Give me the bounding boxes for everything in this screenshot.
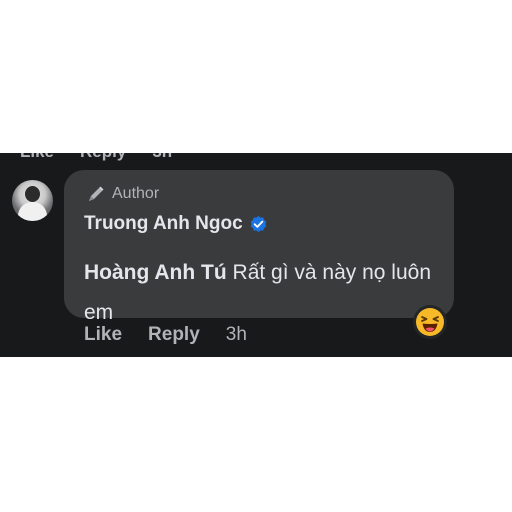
comment-bubble: Author Truong Anh Ngoc Hoàng Anh Tú Rất … bbox=[64, 170, 454, 324]
author-badge: Author bbox=[86, 184, 159, 204]
avatar-head bbox=[25, 186, 40, 202]
previous-reply-button[interactable]: Reply bbox=[80, 153, 126, 162]
laughing-emoji-icon bbox=[416, 308, 444, 336]
avatar[interactable] bbox=[12, 180, 53, 221]
verified-badge-icon bbox=[250, 215, 266, 232]
pen-icon bbox=[89, 186, 104, 201]
comment-panel: Like Reply 3h Author Truong Anh Ngoc bbox=[0, 153, 512, 357]
author-row: Truong Anh Ngoc bbox=[84, 213, 268, 235]
previous-comment-actions: Like Reply 3h bbox=[20, 153, 172, 162]
comment-text: Hoàng Anh Tú Rất gì và này nọ luôn em bbox=[84, 253, 434, 333]
previous-timestamp: 3h bbox=[152, 153, 172, 162]
comment-actions: Like Reply 3h bbox=[84, 324, 247, 346]
comment-timestamp[interactable]: 3h bbox=[226, 324, 247, 346]
like-button[interactable]: Like bbox=[84, 324, 122, 346]
reaction-badge[interactable] bbox=[413, 305, 447, 339]
previous-like-button[interactable]: Like bbox=[20, 153, 54, 162]
mention-link[interactable]: Hoàng Anh Tú bbox=[84, 261, 227, 284]
screenshot-canvas: Like Reply 3h Author Truong Anh Ngoc bbox=[0, 0, 512, 512]
author-badge-label: Author bbox=[112, 185, 160, 202]
reply-button[interactable]: Reply bbox=[148, 324, 200, 346]
avatar-body bbox=[18, 202, 47, 221]
author-name[interactable]: Truong Anh Ngoc bbox=[84, 213, 243, 235]
